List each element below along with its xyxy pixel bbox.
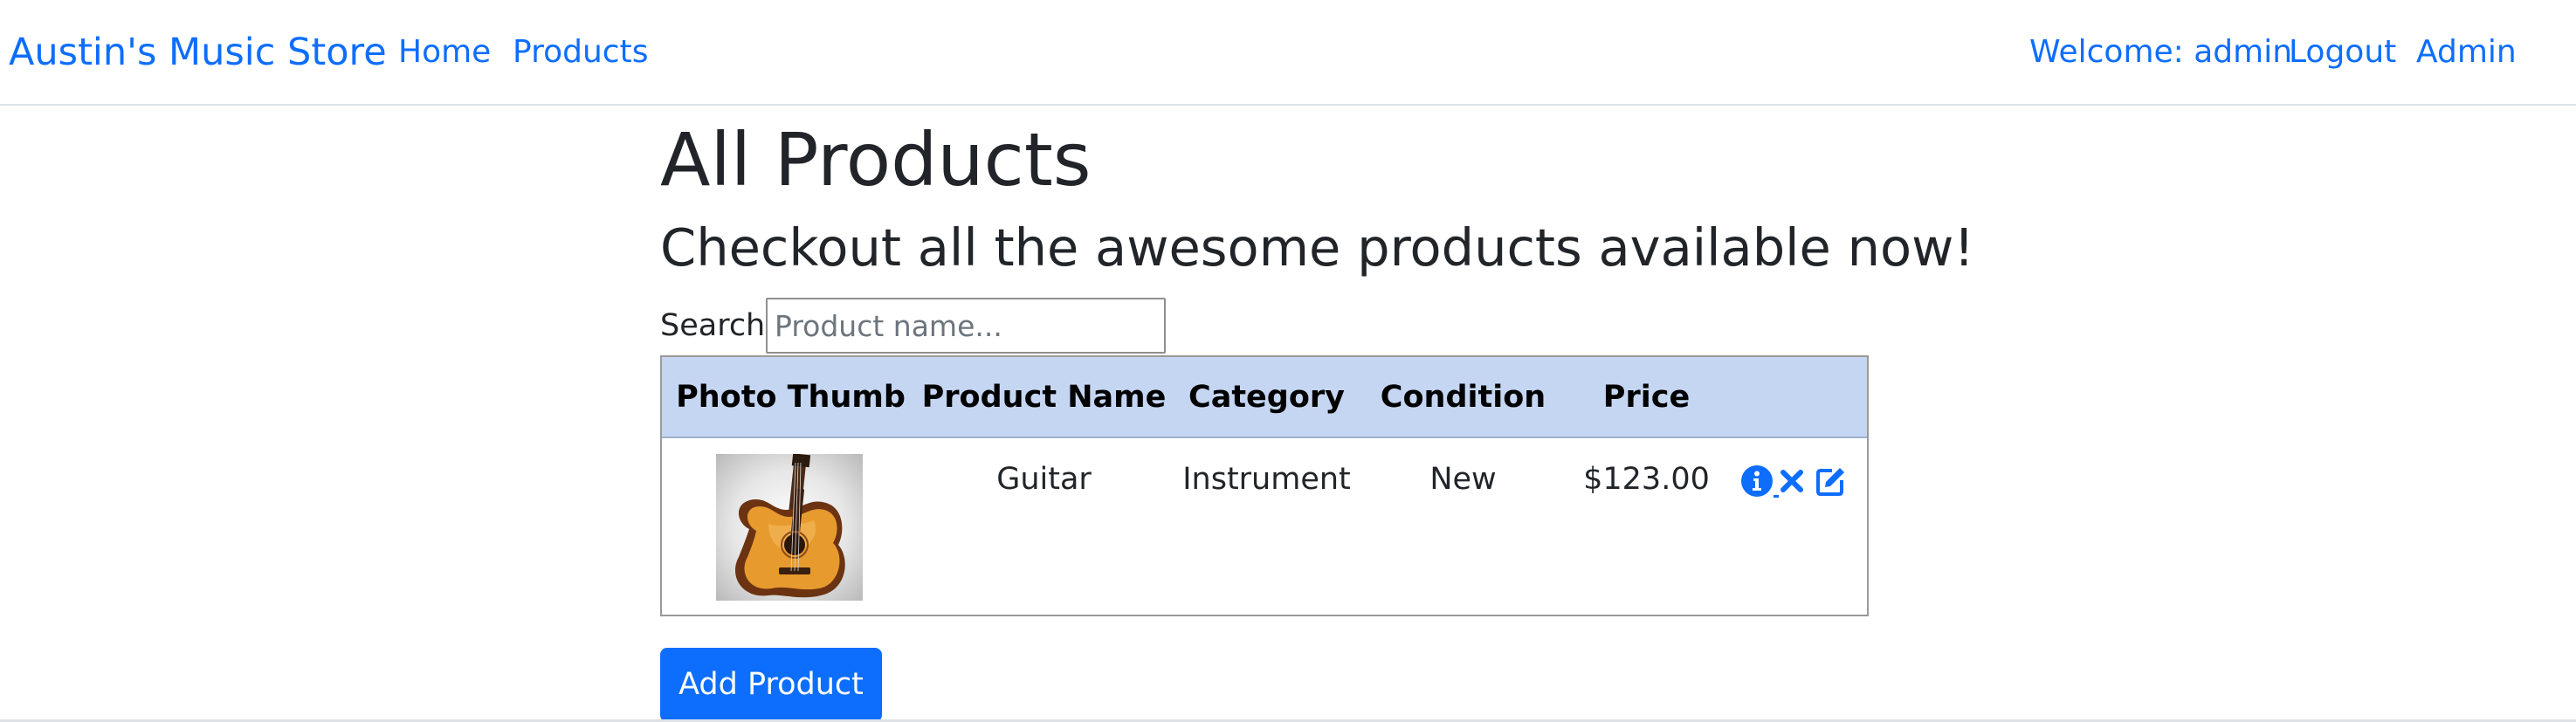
- condition-cell: New: [1429, 462, 1497, 497]
- row-actions: [1740, 464, 1848, 499]
- price-cell: $123.00: [1583, 462, 1710, 497]
- nav-logout-link[interactable]: Logout: [2289, 33, 2396, 72]
- guitar-photo: [716, 453, 863, 601]
- header-condition: Condition: [1380, 380, 1546, 415]
- header-category: Category: [1188, 380, 1345, 415]
- nav-home-link[interactable]: Home: [398, 33, 491, 72]
- table-row: Guitar Instrument New $123.00: [662, 438, 1867, 615]
- nav-welcome-link[interactable]: Welcome: admin: [2029, 33, 2292, 72]
- navbar: Austin's Music Store Home Products Welco…: [0, 0, 2576, 106]
- info-icon[interactable]: [1740, 464, 1774, 501]
- edit-icon[interactable]: [1815, 464, 1848, 501]
- table-header-row: Photo Thumb Product Name Category Condit…: [662, 357, 1867, 438]
- guitar-image-icon: [734, 453, 845, 598]
- product-name-cell: Guitar: [996, 462, 1092, 497]
- header-actions: [1732, 357, 1867, 438]
- category-cell: Instrument: [1182, 462, 1351, 497]
- search-input[interactable]: [766, 298, 1166, 354]
- search-label: Search:: [660, 308, 776, 343]
- products-table: Photo Thumb Product Name Category Condit…: [660, 355, 1869, 616]
- header-product-name: Product Name: [921, 380, 1167, 415]
- brand-link[interactable]: Austin's Music Store: [9, 30, 387, 75]
- nav-products-link[interactable]: Products: [513, 33, 648, 72]
- header-photo-thumb: Photo Thumb: [676, 380, 906, 415]
- header-price: Price: [1602, 380, 1691, 415]
- page-subtitle: Checkout all the awesome products availa…: [660, 217, 1974, 278]
- add-product-button[interactable]: Add Product: [660, 648, 882, 722]
- delete-icon[interactable]: [1779, 468, 1805, 498]
- nav-admin-link[interactable]: Admin: [2416, 33, 2517, 72]
- page-title: All Products: [660, 117, 1092, 203]
